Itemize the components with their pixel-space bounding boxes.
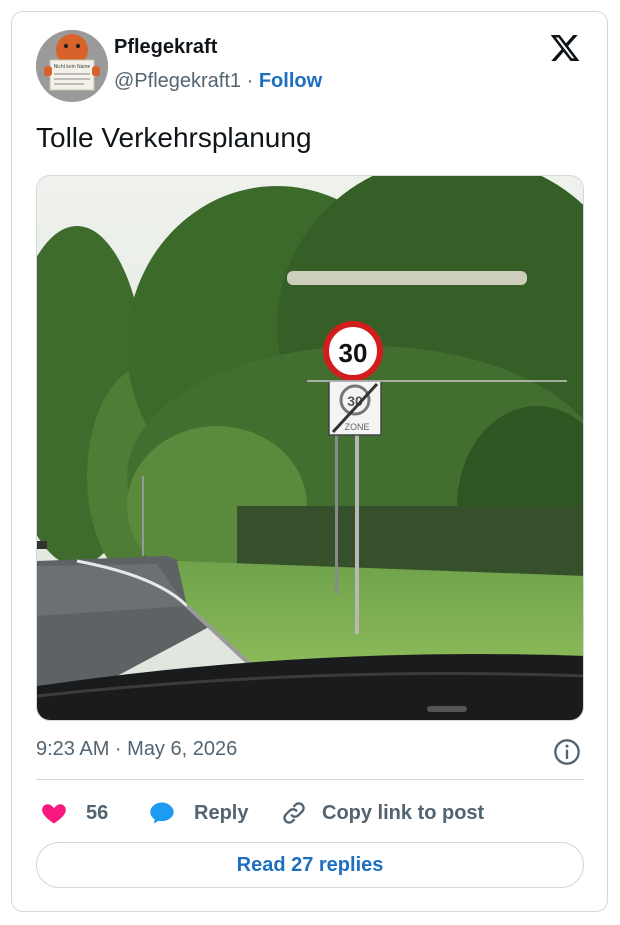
info-icon[interactable] [553,738,581,766]
author-name[interactable]: Pflegekraft [114,36,217,59]
avatar-image: Nicht kein Name [36,30,108,102]
reply-button[interactable]: Reply [148,797,248,829]
tweet-photo[interactable]: 30 30 ZONE [36,175,584,721]
photo-street-scene: 30 30 ZONE [37,176,583,720]
x-logo-icon[interactable] [548,32,582,64]
action-bar: 56 Reply Copy link to post [36,797,584,829]
avatar-sign-text: Nicht kein Name [54,64,91,70]
heart-icon [42,804,66,824]
like-count: 56 [86,801,109,824]
end-zone-text: ZONE [344,422,369,432]
follow-button[interactable]: Follow [259,70,322,92]
copy-link-button[interactable]: Copy link to post [280,797,484,829]
separator-dot: · [246,70,254,92]
link-icon [283,802,305,824]
avatar[interactable]: Nicht kein Name [36,30,108,102]
author-handle[interactable]: @Pflegekraft1 [114,70,241,92]
copy-link-label: Copy link to post [322,801,485,824]
divider [36,779,584,780]
author-handle-row: @Pflegekraft1 · Follow [114,70,322,93]
like-button[interactable]: 56 [40,797,108,829]
read-replies-button[interactable]: Read 27 replies [36,842,584,888]
tweet-card: Nicht kein Name Pflegekraft @Pflegekraft… [11,11,608,912]
tweet-timestamp[interactable]: 9:23 AM · May 6, 2026 [36,738,237,761]
tweet-text: Tolle Verkehrsplanung [36,122,312,153]
speed-limit-number: 30 [339,338,368,368]
reply-bubble-icon [150,802,174,824]
reply-label: Reply [194,801,249,824]
